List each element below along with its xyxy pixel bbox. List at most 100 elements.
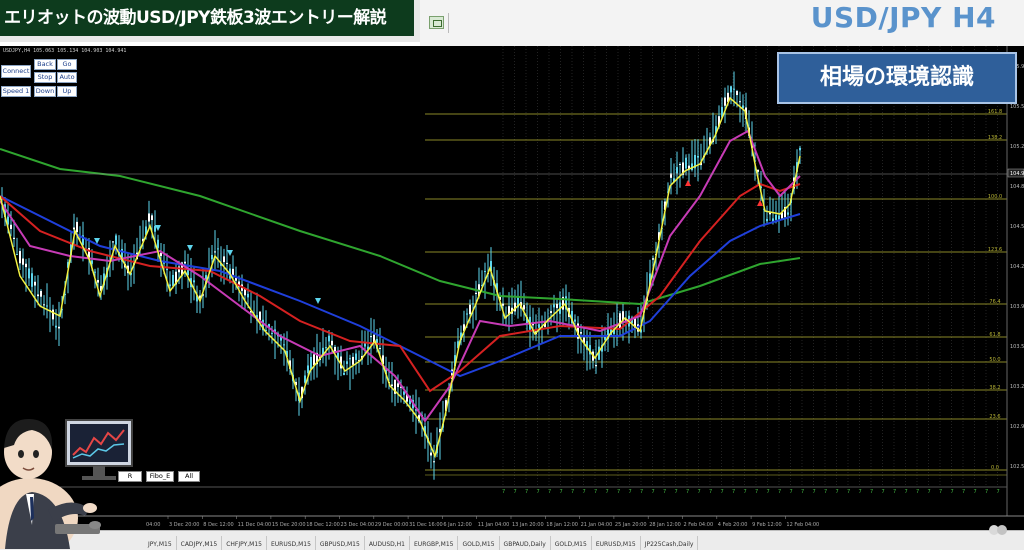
time-label: 21 Jan 04:00 xyxy=(581,522,613,528)
fib-level-label: 123.6 xyxy=(988,247,1002,253)
symbol-tab[interactable]: GBPUSD,M15 xyxy=(316,536,365,550)
candle-body xyxy=(466,313,468,315)
all-button[interactable]: All xyxy=(178,471,200,482)
period-marker: 7 xyxy=(721,489,724,495)
candle-body xyxy=(46,305,48,307)
period-marker: 7 xyxy=(606,489,609,495)
fib-level-label: 23.6 xyxy=(989,414,1000,420)
fib-level-label: 61.8 xyxy=(989,332,1000,338)
candle-body xyxy=(214,251,216,253)
period-marker: 7 xyxy=(640,489,643,495)
back-button[interactable]: Back xyxy=(34,59,56,70)
period-marker: 7 xyxy=(778,489,781,495)
stop-button[interactable]: Stop xyxy=(34,72,56,83)
period-marker: 7 xyxy=(939,489,942,495)
time-label: 13 Jan 20:00 xyxy=(512,522,544,528)
candle-body xyxy=(619,313,621,329)
period-marker: 7 xyxy=(560,489,563,495)
candle-body xyxy=(733,88,735,90)
period-marker: 7 xyxy=(928,489,931,495)
fibo-e-button[interactable]: Fibo_E xyxy=(146,471,174,482)
candle-body xyxy=(235,277,237,281)
candle-body xyxy=(730,86,732,93)
candle-body xyxy=(148,213,150,222)
candle-body xyxy=(799,147,801,151)
period-marker: 7 xyxy=(698,489,701,495)
period-marker: 7 xyxy=(836,489,839,495)
candle-body xyxy=(307,365,309,373)
candle-body xyxy=(697,155,699,158)
candle-body xyxy=(247,293,249,298)
new-chart-icon[interactable] xyxy=(429,16,444,29)
symbol-tab[interactable]: GOLD,M15 xyxy=(551,536,592,550)
candle-body xyxy=(433,461,435,463)
time-label: 31 Dec 16:00 xyxy=(409,522,443,528)
connect-button[interactable]: Connect xyxy=(1,65,31,78)
candle-body xyxy=(25,263,27,268)
period-marker: 7 xyxy=(962,489,965,495)
candle-body xyxy=(28,268,30,279)
price-chart[interactable]: 7 7 7 7 7 7 7 7 7 7 7 7 7 7 7 7 7 7 7 7 7 7 7 7 7 7 7 7 7 7 7 7 7 7 7 7 7 7 7 7… xyxy=(0,46,1024,530)
symbol-tab[interactable]: GBPAUD,Daily xyxy=(500,536,551,550)
down-arrow-icon xyxy=(315,298,321,304)
candle-body xyxy=(169,284,171,287)
candle-body xyxy=(676,167,678,174)
period-marker: 7 xyxy=(790,489,793,495)
chart-canvas: 7 7 7 7 7 7 7 7 7 7 7 7 7 7 7 7 7 7 7 7 7 7 7 7 7 7 7 7 7 7 7 7 7 7 7 7 7 7 7 7… xyxy=(0,46,1024,528)
symbol-tab[interactable]: GOLD,M15 xyxy=(458,536,500,550)
time-label: 9 Feb 12:00 xyxy=(752,522,782,528)
period-marker: 7 xyxy=(951,489,954,495)
symbol-tab[interactable]: EURUSD,M15 xyxy=(592,536,641,550)
candle-body xyxy=(580,332,582,334)
candle-body xyxy=(52,309,54,320)
period-marker: 7 xyxy=(709,489,712,495)
period-marker: 7 xyxy=(755,489,758,495)
period-marker: 7 xyxy=(502,489,505,495)
candle-body xyxy=(766,218,768,222)
candle-body xyxy=(226,262,228,264)
candle-body xyxy=(370,336,372,338)
period-marker: 7 xyxy=(629,489,632,495)
candle-body xyxy=(325,347,327,349)
symbol-tab[interactable]: CHFJPY,M15 xyxy=(222,536,267,550)
price-axis-label: 104.5 xyxy=(1010,224,1024,230)
time-label: 4 Feb 20:00 xyxy=(718,522,748,528)
candle-body xyxy=(553,304,555,308)
price-axis-label: 103.5 xyxy=(1010,344,1024,350)
candle-body xyxy=(550,311,552,313)
symbol-tab[interactable]: EURGBP,M15 xyxy=(410,536,459,550)
candle-body xyxy=(34,281,36,286)
candle-body xyxy=(484,271,486,273)
mouse-icon xyxy=(89,521,101,529)
speed-button[interactable]: Speed 1 xyxy=(1,86,31,97)
candle-body xyxy=(310,357,312,370)
fib-level-label: 0.0 xyxy=(991,465,999,471)
candle-body xyxy=(379,348,381,350)
period-marker: 7 xyxy=(594,489,597,495)
symbol-tab[interactable]: EURUSD,M15 xyxy=(267,536,316,550)
price-axis-label: 102.5 xyxy=(1010,464,1024,470)
candle-body xyxy=(211,254,213,260)
candle-body xyxy=(283,344,285,346)
time-label: 18 Jan 12:00 xyxy=(546,522,578,528)
period-marker: 7 xyxy=(905,489,908,495)
candle-body xyxy=(352,356,354,365)
symbol-tab[interactable]: CADJPY,M15 xyxy=(177,536,223,550)
candle-body xyxy=(652,258,654,260)
time-axis: 04:00 3 Dec 20:00 8 Dec 12:00 11 Dec 04:00 1… xyxy=(146,516,819,528)
period-marker: 7 xyxy=(617,489,620,495)
character-eye-left xyxy=(18,450,24,458)
down-button[interactable]: Down xyxy=(34,86,56,97)
period-separators: 7 7 7 7 7 7 7 7 7 7 7 7 7 7 7 7 7 7 7 7 7 7 7 7 7 7 7 7 7 7 7 7 7 7 7 7 7 7 7 7… xyxy=(502,46,1000,495)
candle-body xyxy=(364,343,366,347)
auto-button[interactable]: Auto xyxy=(57,72,77,83)
period-marker: 7 xyxy=(686,489,689,495)
up-button[interactable]: Up xyxy=(57,86,77,97)
candle-body xyxy=(193,280,195,283)
period-marker: 7 xyxy=(767,489,770,495)
period-marker: 7 xyxy=(548,489,551,495)
go-button[interactable]: Go xyxy=(57,59,77,70)
symbol-tab[interactable]: JP225Cash,Daily xyxy=(641,536,699,550)
symbol-tab[interactable]: AUDUSD,H1 xyxy=(365,536,411,550)
time-label: 15 Dec 20:00 xyxy=(272,522,306,528)
